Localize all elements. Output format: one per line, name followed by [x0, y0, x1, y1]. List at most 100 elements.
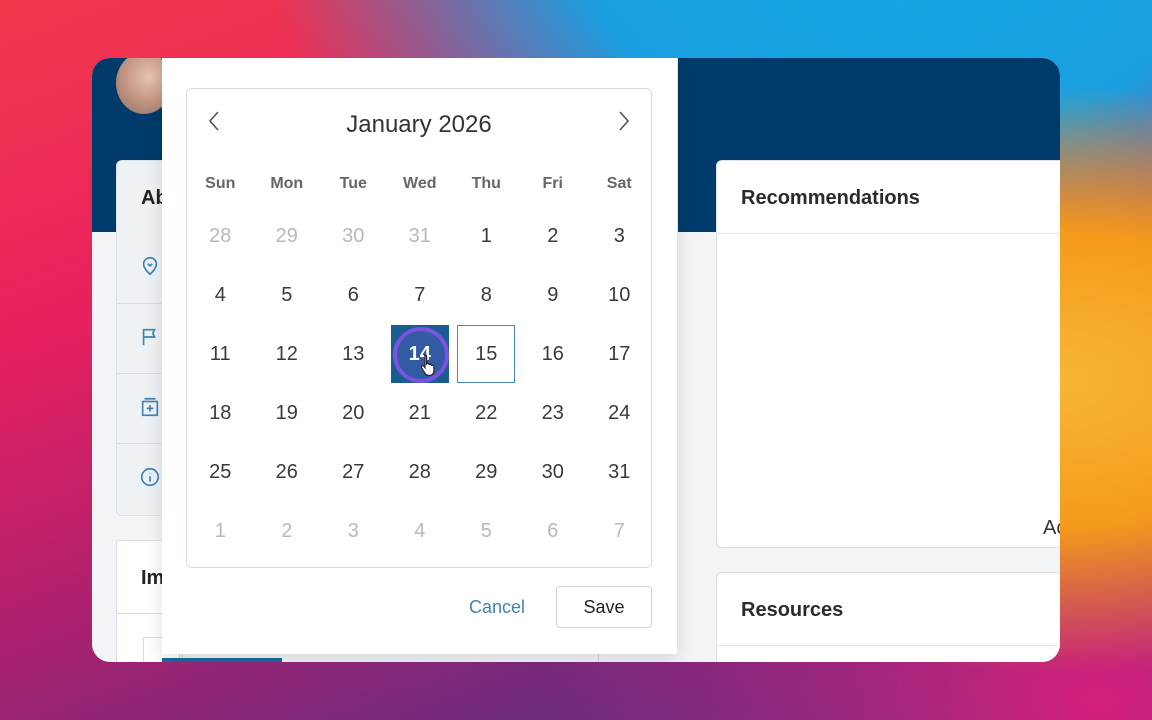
- cancel-button[interactable]: Cancel: [452, 586, 542, 628]
- weekday-label: Fri: [542, 175, 563, 192]
- weekday-label: Wed: [403, 175, 437, 192]
- day-cell[interactable]: 8: [453, 266, 520, 325]
- divider: [717, 233, 1060, 234]
- day-cell[interactable]: 29: [254, 207, 321, 266]
- hand-cursor-icon: [420, 354, 434, 377]
- day-cell-today[interactable]: 15: [453, 325, 520, 384]
- day-cell[interactable]: 20: [320, 384, 387, 443]
- day-cell-selected[interactable]: 14: [387, 325, 454, 384]
- day-cell[interactable]: 7: [387, 266, 454, 325]
- day-cell[interactable]: 19: [254, 384, 321, 443]
- day-cell[interactable]: 18: [187, 384, 254, 443]
- add-box-icon: [141, 397, 159, 417]
- day-cell[interactable]: 17: [586, 325, 653, 384]
- recommendations-partial-text: Ac: [1043, 517, 1060, 539]
- day-number: 18: [209, 402, 232, 424]
- day-cell[interactable]: 6: [520, 502, 587, 561]
- recommendations-card: Recommendations Ac: [716, 160, 1060, 548]
- weekday-header: Sun Mon Tue Wed Thu Fri Sat: [187, 175, 651, 193]
- day-number: 21: [408, 402, 431, 424]
- day-number: 3: [347, 520, 359, 542]
- day-number: 1: [214, 520, 226, 542]
- day-number: 3: [613, 225, 625, 247]
- day-cell[interactable]: 31: [387, 207, 454, 266]
- day-cell[interactable]: 1: [187, 502, 254, 561]
- day-cell[interactable]: 5: [453, 502, 520, 561]
- day-cell[interactable]: 28: [187, 207, 254, 266]
- day-number: 9: [547, 284, 559, 306]
- second-card-title: Im: [141, 567, 165, 589]
- day-cell[interactable]: 10: [586, 266, 653, 325]
- weekday-label: Sat: [606, 175, 632, 192]
- day-number: 29: [475, 461, 498, 483]
- day-number: 30: [342, 225, 365, 247]
- day-number: 10: [608, 284, 631, 306]
- day-cell[interactable]: 29: [453, 443, 520, 502]
- weekday-label: Tue: [339, 175, 367, 192]
- day-number: 28: [408, 461, 431, 483]
- day-cell[interactable]: 26: [254, 443, 321, 502]
- day-cell[interactable]: 27: [320, 443, 387, 502]
- day-number: 22: [475, 402, 498, 424]
- day-cell[interactable]: 13: [320, 325, 387, 384]
- day-cell[interactable]: 12: [254, 325, 321, 384]
- recommendations-title: Recommendations: [741, 187, 920, 209]
- save-button[interactable]: Save: [556, 586, 652, 628]
- day-cell[interactable]: 16: [520, 325, 587, 384]
- day-number: 5: [480, 520, 492, 542]
- day-number: 11: [209, 343, 231, 365]
- day-number: 7: [613, 520, 625, 542]
- day-number: 27: [342, 461, 365, 483]
- date-picker-dialog: January 2026 Sun Mon Tue Wed Thu Fri Sat…: [162, 58, 678, 654]
- day-cell[interactable]: 11: [187, 325, 254, 384]
- chevron-right-icon[interactable]: [609, 107, 637, 135]
- day-cell[interactable]: 1: [453, 207, 520, 266]
- day-number: 16: [541, 343, 564, 365]
- day-cell[interactable]: 3: [586, 207, 653, 266]
- day-number: 5: [281, 284, 293, 306]
- day-cell[interactable]: 28: [387, 443, 454, 502]
- day-number: 28: [209, 225, 232, 247]
- day-number: 8: [480, 284, 492, 306]
- app-window: Ab Im Recommendations Ac Resources: [92, 58, 1060, 662]
- day-cell[interactable]: 9: [520, 266, 587, 325]
- weekday-label: Mon: [270, 175, 304, 192]
- day-number: 29: [275, 225, 298, 247]
- day-number: 17: [608, 343, 631, 365]
- day-number: 15: [475, 343, 498, 365]
- day-number: 23: [541, 402, 564, 424]
- day-grid: 28 29 30 31 1 2 3 4 5 6 7 8 9 10 11 12 13 14 15 16 17 18 19 20 2…: [187, 207, 651, 561]
- day-number: 7: [414, 284, 426, 306]
- dialog-actions: Cancel Save: [162, 586, 677, 630]
- day-cell[interactable]: 21: [387, 384, 454, 443]
- divider: [717, 645, 1060, 646]
- progress-strip: [162, 658, 282, 662]
- day-cell[interactable]: 4: [387, 502, 454, 561]
- day-cell[interactable]: 6: [320, 266, 387, 325]
- weekday-label: Sun: [205, 175, 236, 192]
- day-cell[interactable]: 30: [320, 207, 387, 266]
- day-cell[interactable]: 7: [586, 502, 653, 561]
- resources-title: Resources: [741, 599, 844, 621]
- day-cell[interactable]: 25: [187, 443, 254, 502]
- day-cell[interactable]: 23: [520, 384, 587, 443]
- month-label: January 2026: [346, 111, 492, 138]
- day-cell[interactable]: 30: [520, 443, 587, 502]
- location-heart-icon: [142, 256, 158, 276]
- day-cell[interactable]: 4: [187, 266, 254, 325]
- divider: [598, 654, 599, 662]
- day-number: 30: [541, 461, 564, 483]
- resources-card: Resources: [716, 572, 1060, 662]
- day-cell[interactable]: 31: [586, 443, 653, 502]
- day-number: 1: [480, 225, 492, 247]
- day-cell[interactable]: 2: [254, 502, 321, 561]
- day-number: 2: [547, 225, 559, 247]
- day-cell[interactable]: 24: [586, 384, 653, 443]
- day-number: 6: [547, 520, 559, 542]
- day-cell[interactable]: 2: [520, 207, 587, 266]
- day-cell[interactable]: 3: [320, 502, 387, 561]
- day-cell[interactable]: 22: [453, 384, 520, 443]
- day-cell[interactable]: 5: [254, 266, 321, 325]
- flag-icon: [142, 328, 156, 346]
- day-number: 4: [214, 284, 226, 306]
